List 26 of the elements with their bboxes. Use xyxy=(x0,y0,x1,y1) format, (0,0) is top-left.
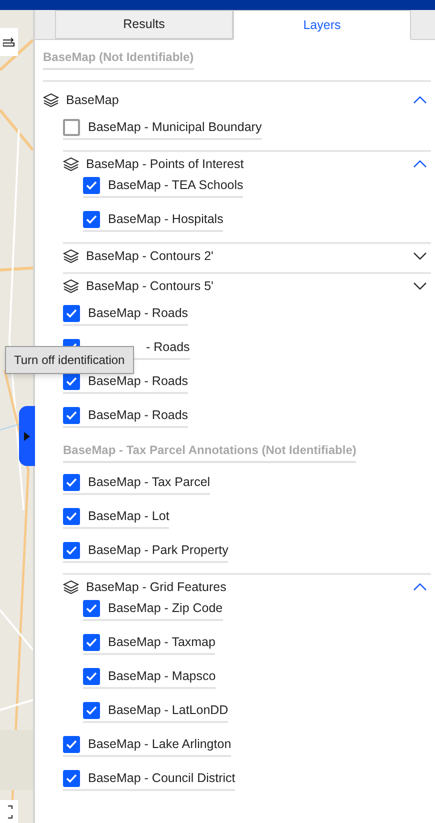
group-label[interactable]: BaseMap xyxy=(66,90,406,110)
layer-note: BaseMap - Tax Parcel Annotations (Not Identifiable) xyxy=(63,441,356,463)
layer-label: BaseMap - Mapsco xyxy=(108,668,216,685)
group-label[interactable]: BaseMap - Grid Features xyxy=(86,578,406,596)
tab[interactable]: Layers xyxy=(233,10,411,40)
layer-label: BaseMap - Roads xyxy=(88,372,188,390)
layer-label: BaseMap - Lot xyxy=(88,508,170,525)
layer-label: BaseMap - Council District xyxy=(88,770,236,787)
layer-label: - Roads xyxy=(146,338,190,356)
layer-label: BaseMap - Roads xyxy=(88,304,188,322)
layer-label: BaseMap - Roads xyxy=(88,406,188,424)
group-label[interactable]: BaseMap - Contours 5' xyxy=(86,276,406,296)
layer-label: BaseMap - TEA Schools xyxy=(108,176,244,194)
layer-label: BaseMap - Tax Parcel xyxy=(88,474,210,491)
layer-note: BaseMap (Not Identifiable) xyxy=(43,48,194,70)
layer-label: BaseMap - Zip Code xyxy=(108,600,223,617)
layer-label: BaseMap - Taxmap xyxy=(108,634,216,651)
group-label[interactable]: BaseMap - Contours 2' xyxy=(86,246,406,266)
layer-label: BaseMap - Park Property xyxy=(88,542,228,559)
layer-label: BaseMap - Hospitals xyxy=(108,210,224,228)
tooltip: Turn off identification xyxy=(5,346,134,374)
layer-label: BaseMap - Municipal Boundary xyxy=(88,118,262,136)
layer-label: BaseMap - LatLonDD xyxy=(108,702,228,719)
tab[interactable]: Results xyxy=(55,10,233,39)
layer-label: BaseMap - Lake Arlington xyxy=(88,736,232,753)
group-label[interactable]: BaseMap - Points of Interest xyxy=(86,154,406,174)
